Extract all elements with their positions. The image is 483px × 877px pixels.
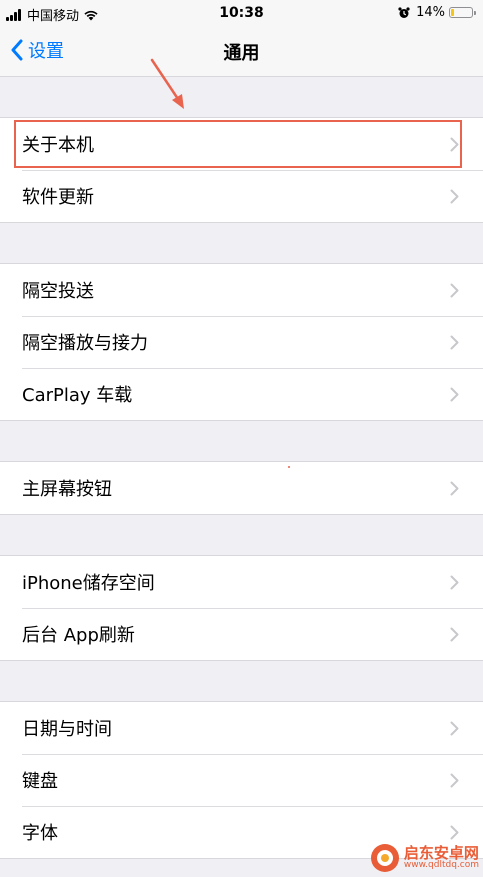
battery-cap xyxy=(474,11,476,15)
watermark: 启东安卓网 www.qdltdq.com xyxy=(370,843,479,873)
settings-list: 关于本机软件更新隔空投送隔空播放与接力 CarPlay 车载 主屏幕按钮 iPhone… xyxy=(0,77,483,859)
navigation-bar: 设置 通用 xyxy=(0,28,483,77)
watermark-text: 启东安卓网 www.qdltdq.com xyxy=(404,845,479,871)
settings-group: iPhone储存空间 后台 App刷新 xyxy=(0,555,483,661)
settings-row[interactable]: 隔空播放与接力 xyxy=(0,316,483,368)
chevron-right-icon xyxy=(450,283,459,298)
settings-row-label: 字体 xyxy=(22,823,58,844)
settings-group: 主屏幕按钮 xyxy=(0,461,483,515)
settings-row[interactable]: 软件更新 xyxy=(0,170,483,222)
settings-group: 日期与时间 键盘 字体 xyxy=(0,701,483,859)
settings-row-label: 键盘 xyxy=(22,771,58,792)
settings-row-label: 日期与时间 xyxy=(22,719,112,740)
settings-row-label: 软件更新 xyxy=(22,187,94,208)
watermark-logo-icon xyxy=(370,844,399,872)
battery-percent: 14% xyxy=(416,5,445,20)
watermark-url: www.qdltdq.com xyxy=(403,860,479,871)
battery-fill xyxy=(451,9,454,16)
chevron-right-icon xyxy=(450,773,459,788)
chevron-right-icon xyxy=(450,825,459,840)
settings-row-label: CarPlay 车载 xyxy=(22,385,133,406)
chevron-right-icon xyxy=(450,721,459,736)
chevron-right-icon xyxy=(450,335,459,350)
page-title: 通用 xyxy=(223,43,260,64)
settings-row[interactable]: 主屏幕按钮 xyxy=(0,462,483,514)
settings-row[interactable]: CarPlay 车载 xyxy=(0,368,483,420)
watermark-name: 启东安卓网 xyxy=(403,843,479,862)
battery-icon xyxy=(449,7,476,18)
chevron-right-icon xyxy=(450,575,459,590)
settings-group: 隔空投送隔空播放与接力 CarPlay 车载 xyxy=(0,263,483,421)
annotation-dot xyxy=(288,466,290,468)
alarm-icon xyxy=(398,6,410,18)
chevron-right-icon xyxy=(450,481,459,496)
settings-row-label: 主屏幕按钮 xyxy=(22,479,112,500)
status-bar: 中国移动 10:38 14% xyxy=(0,0,483,28)
chevron-right-icon xyxy=(450,627,459,642)
arrow-annotation-icon xyxy=(150,58,184,109)
settings-row[interactable]: iPhone储存空间 xyxy=(0,556,483,608)
settings-row-label: 隔空播放与接力 xyxy=(22,333,148,354)
settings-group: 关于本机 软件更新 xyxy=(0,117,483,223)
settings-row[interactable]: 关于本机 xyxy=(0,118,483,170)
settings-row-label: 后台 App刷新 xyxy=(22,625,135,646)
settings-row-label: iPhone储存空间 xyxy=(22,573,155,594)
settings-row[interactable]: 后台 App刷新 xyxy=(0,608,483,660)
chevron-right-icon xyxy=(450,189,459,204)
status-right: 14% xyxy=(398,5,476,20)
chevron-right-icon xyxy=(450,387,459,402)
settings-row[interactable]: 键盘 xyxy=(0,754,483,806)
settings-row-label: 关于本机 xyxy=(22,135,94,156)
chevron-right-icon xyxy=(450,137,459,152)
settings-row[interactable]: 隔空投送 xyxy=(0,264,483,316)
settings-row-label: 隔空投送 xyxy=(22,281,94,302)
settings-row[interactable]: 日期与时间 xyxy=(0,702,483,754)
